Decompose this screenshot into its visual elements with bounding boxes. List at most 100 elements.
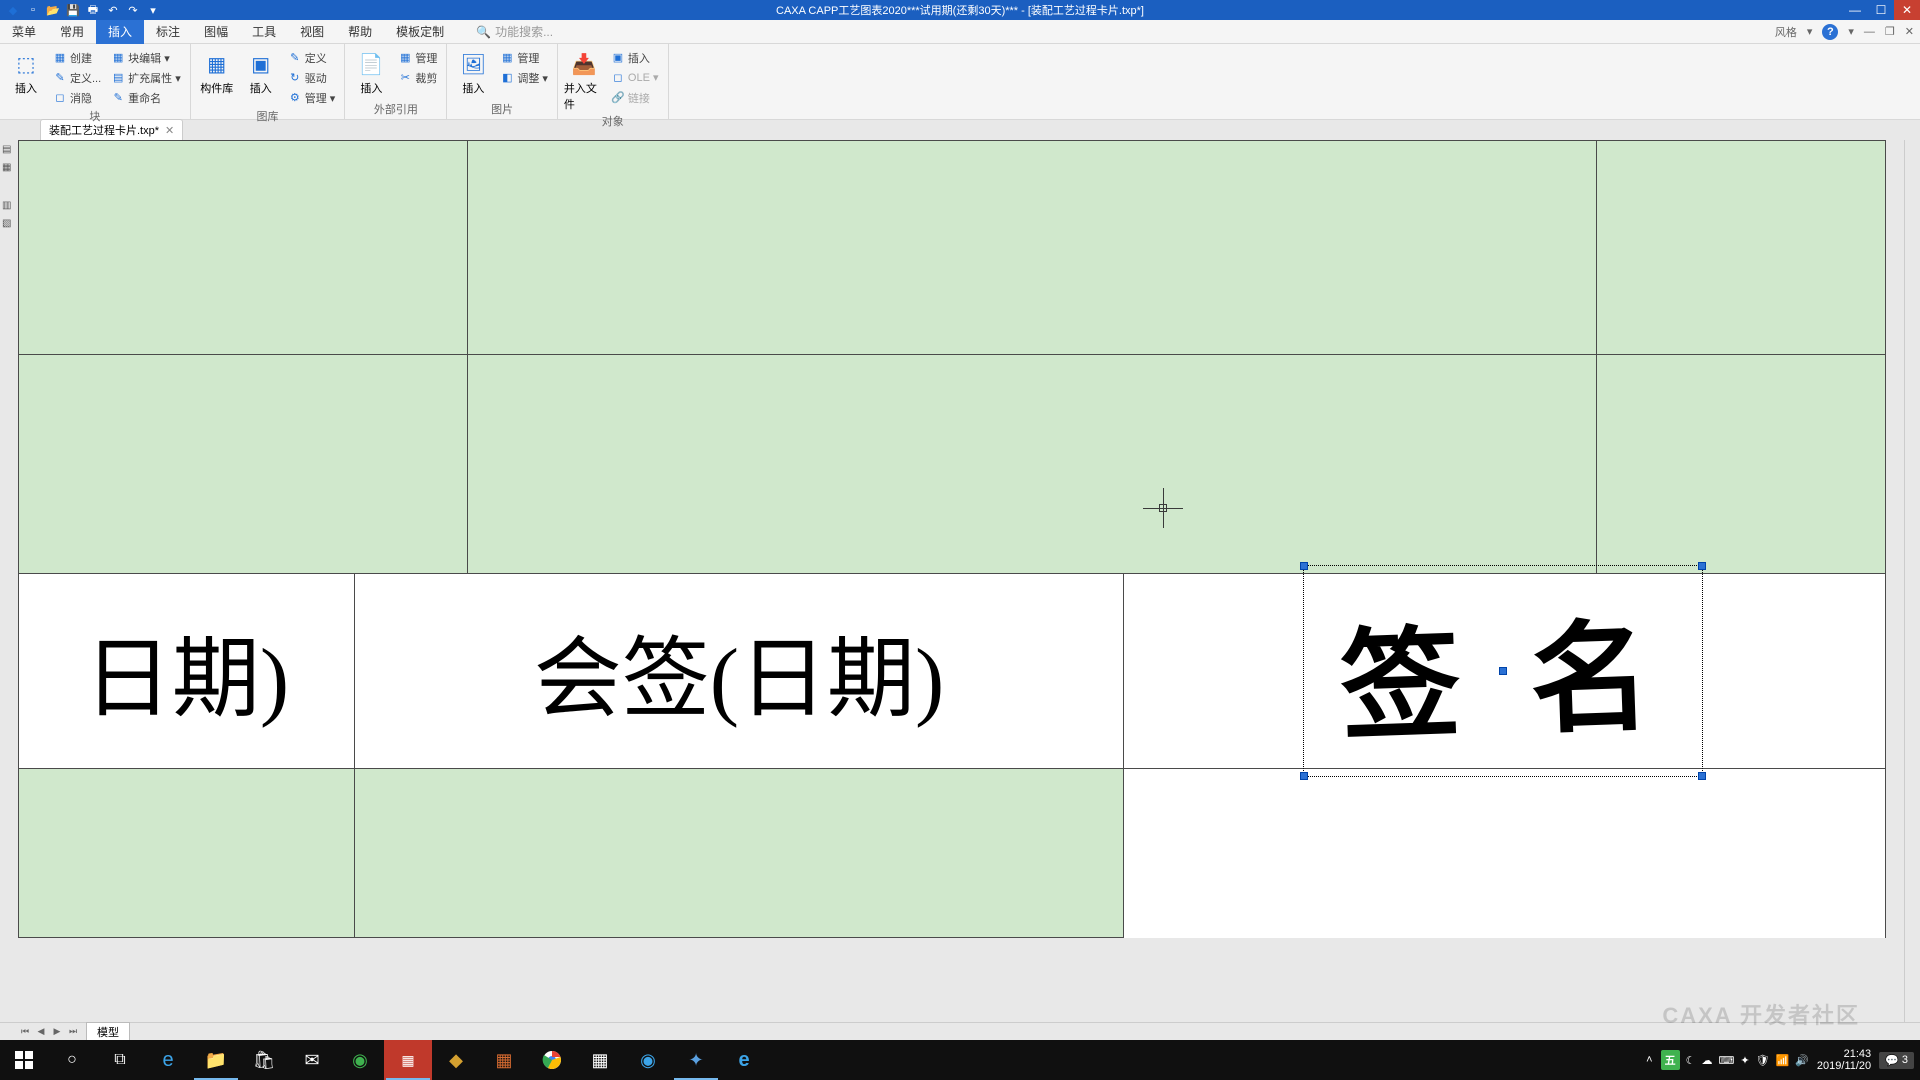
grip-bottom-right[interactable]	[1698, 772, 1706, 780]
tray-expand-icon[interactable]: ˄	[1646, 1054, 1652, 1066]
save-icon[interactable]: 💾	[66, 3, 80, 17]
left-tool-1[interactable]: ▤	[2, 144, 16, 158]
ribbon-button-驱动[interactable]: ↻驱动	[285, 68, 339, 87]
app-icon: ◆	[6, 3, 20, 17]
tab-nav-last[interactable]: ⏭	[66, 1025, 80, 1039]
ribbon-button-裁剪[interactable]: ✂裁剪	[395, 68, 440, 87]
help-icon[interactable]: ?	[1822, 24, 1838, 40]
left-tool-3[interactable]: ▥	[2, 200, 16, 214]
tab-annotate[interactable]: 标注	[144, 20, 192, 44]
redo-icon[interactable]: ↷	[126, 3, 140, 17]
minimize-button[interactable]: —	[1842, 0, 1868, 20]
maximize-button[interactable]: ☐	[1868, 0, 1894, 20]
ribbon-small-icon: ↻	[288, 71, 302, 85]
ribbon-button-创建[interactable]: ▦创建	[50, 48, 104, 67]
taskbar-app-mail[interactable]: ✉	[288, 1040, 336, 1080]
ribbon-button-插入[interactable]: 🖼插入	[453, 46, 493, 96]
start-button[interactable]	[0, 1040, 48, 1080]
ribbon-button-并入文件[interactable]: 📥并入文件	[564, 46, 604, 112]
selection-box[interactable]	[1303, 565, 1703, 777]
tab-nav-first[interactable]: ⏮	[18, 1025, 32, 1039]
qa-dropdown-icon[interactable]: ▾	[146, 3, 160, 17]
tray-network-icon[interactable]: 📶	[1776, 1054, 1790, 1067]
ime-indicator[interactable]: 五	[1661, 1050, 1680, 1070]
style-label[interactable]: 风格	[1775, 24, 1797, 40]
ribbon-small-icon: ✎	[288, 51, 302, 65]
ribbon-button-块编辑 ▾[interactable]: ▦块编辑 ▾	[108, 48, 184, 67]
new-icon[interactable]: ▫	[26, 3, 40, 17]
tab-menu[interactable]: 菜单	[0, 20, 48, 44]
cortana-button[interactable]: ○	[48, 1040, 96, 1080]
print-icon[interactable]: 🖶	[86, 3, 100, 17]
tab-common[interactable]: 常用	[48, 20, 96, 44]
cell-text-countersign: 会签(日期)	[534, 608, 945, 735]
ribbon-button-管理[interactable]: ▦管理	[395, 48, 440, 67]
taskbar-app-edge[interactable]: ◉	[624, 1040, 672, 1080]
style-dropdown-icon[interactable]: ▾	[1807, 25, 1813, 38]
tray-app-icon[interactable]: ✦	[1740, 1054, 1749, 1067]
open-icon[interactable]: 📂	[46, 3, 60, 17]
notification-button[interactable]: 💬 3	[1879, 1052, 1914, 1069]
tab-nav-prev[interactable]: ◀	[34, 1025, 48, 1039]
tab-insert[interactable]: 插入	[96, 20, 144, 44]
doc-restore-icon[interactable]: ❐	[1885, 25, 1895, 38]
canvas-area[interactable]: 日期) 会签(日期) 签 名	[18, 140, 1920, 1022]
grip-bottom-left[interactable]	[1300, 772, 1308, 780]
tab-nav-next[interactable]: ▶	[50, 1025, 64, 1039]
ribbon-button-插入[interactable]: ⬚插入	[6, 46, 46, 96]
tray-weather-icon[interactable]: ☁	[1701, 1054, 1712, 1067]
tab-template[interactable]: 模板定制	[384, 20, 456, 44]
grip-top-right[interactable]	[1698, 562, 1706, 570]
left-tool-2[interactable]: ▦	[2, 162, 16, 176]
ribbon-big-label: 并入文件	[564, 80, 604, 112]
taskbar-app-store[interactable]: 🛍	[240, 1040, 288, 1080]
taskbar-app-caxa[interactable]: ✦	[672, 1040, 720, 1080]
taskbar-app-explorer[interactable]: 📁	[192, 1040, 240, 1080]
document-tab-close-icon[interactable]: ✕	[165, 124, 174, 137]
help-dropdown-icon[interactable]: ▾	[1848, 25, 1854, 38]
ribbon-button-消隐[interactable]: ◻消隐	[50, 88, 104, 107]
taskbar-app-chrome[interactable]	[528, 1040, 576, 1080]
tray-moon-icon[interactable]: ☾	[1686, 1054, 1696, 1067]
tab-help[interactable]: 帮助	[336, 20, 384, 44]
model-tab[interactable]: 模型	[86, 1022, 130, 1042]
taskbar-app-360[interactable]: ◉	[336, 1040, 384, 1080]
canvas[interactable]: 日期) 会签(日期) 签 名	[18, 140, 1920, 1022]
ribbon-button-管理[interactable]: ▦管理	[497, 48, 551, 67]
ribbon-button-定义...[interactable]: ✎定义...	[50, 68, 104, 87]
vertical-scrollbar[interactable]	[1904, 140, 1920, 1022]
left-tool-4[interactable]: ▧	[2, 218, 16, 232]
taskbar-app-pdf[interactable]: ▦	[384, 1040, 432, 1080]
doc-close-icon[interactable]: ✕	[1905, 25, 1914, 38]
ribbon-button-重命名[interactable]: ✎重命名	[108, 88, 184, 107]
ribbon-button-插入[interactable]: ▣插入	[241, 46, 281, 96]
taskview-button[interactable]: ⧉	[96, 1040, 144, 1080]
tray-volume-icon[interactable]: 🔊	[1795, 1054, 1809, 1067]
ribbon-button-扩充属性 ▾[interactable]: ▤扩充属性 ▾	[108, 68, 184, 87]
taskbar-app-edge-legacy[interactable]: e	[144, 1040, 192, 1080]
ribbon-button-构件库[interactable]: ▦构件库	[197, 46, 237, 96]
ribbon-button-插入[interactable]: 📄插入	[351, 46, 391, 96]
tab-tools[interactable]: 工具	[240, 20, 288, 44]
taskbar-clock[interactable]: 21:43 2019/11/20	[1817, 1048, 1871, 1072]
grip-top-left[interactable]	[1300, 562, 1308, 570]
tray-security-icon[interactable]: 🛡	[1756, 1054, 1770, 1067]
taskbar-app-cad[interactable]: ◆	[432, 1040, 480, 1080]
undo-icon[interactable]: ↶	[106, 3, 120, 17]
taskbar-app-ie[interactable]: e	[720, 1040, 768, 1080]
ribbon-button-插入[interactable]: ▣插入	[608, 48, 662, 67]
taskbar-app-calculator[interactable]: ▦	[576, 1040, 624, 1080]
ribbon-button-调整 ▾[interactable]: ◧调整 ▾	[497, 68, 551, 87]
ribbon-small-icon: ⚙	[288, 91, 302, 105]
ribbon-small-icon: ◻	[53, 91, 67, 105]
tab-sheet[interactable]: 图幅	[192, 20, 240, 44]
ribbon-button-定义[interactable]: ✎定义	[285, 48, 339, 67]
ribbon-button-管理 ▾[interactable]: ⚙管理 ▾	[285, 88, 339, 107]
tab-view[interactable]: 视图	[288, 20, 336, 44]
taskbar-app-misc1[interactable]: ▦	[480, 1040, 528, 1080]
grip-center[interactable]	[1499, 667, 1507, 675]
tray-keyboard-icon[interactable]: ⌨	[1718, 1054, 1734, 1067]
doc-minimize-icon[interactable]: —	[1864, 26, 1875, 38]
close-button[interactable]: ✕	[1894, 0, 1920, 20]
function-search[interactable]: 🔍 功能搜索...	[476, 23, 553, 40]
